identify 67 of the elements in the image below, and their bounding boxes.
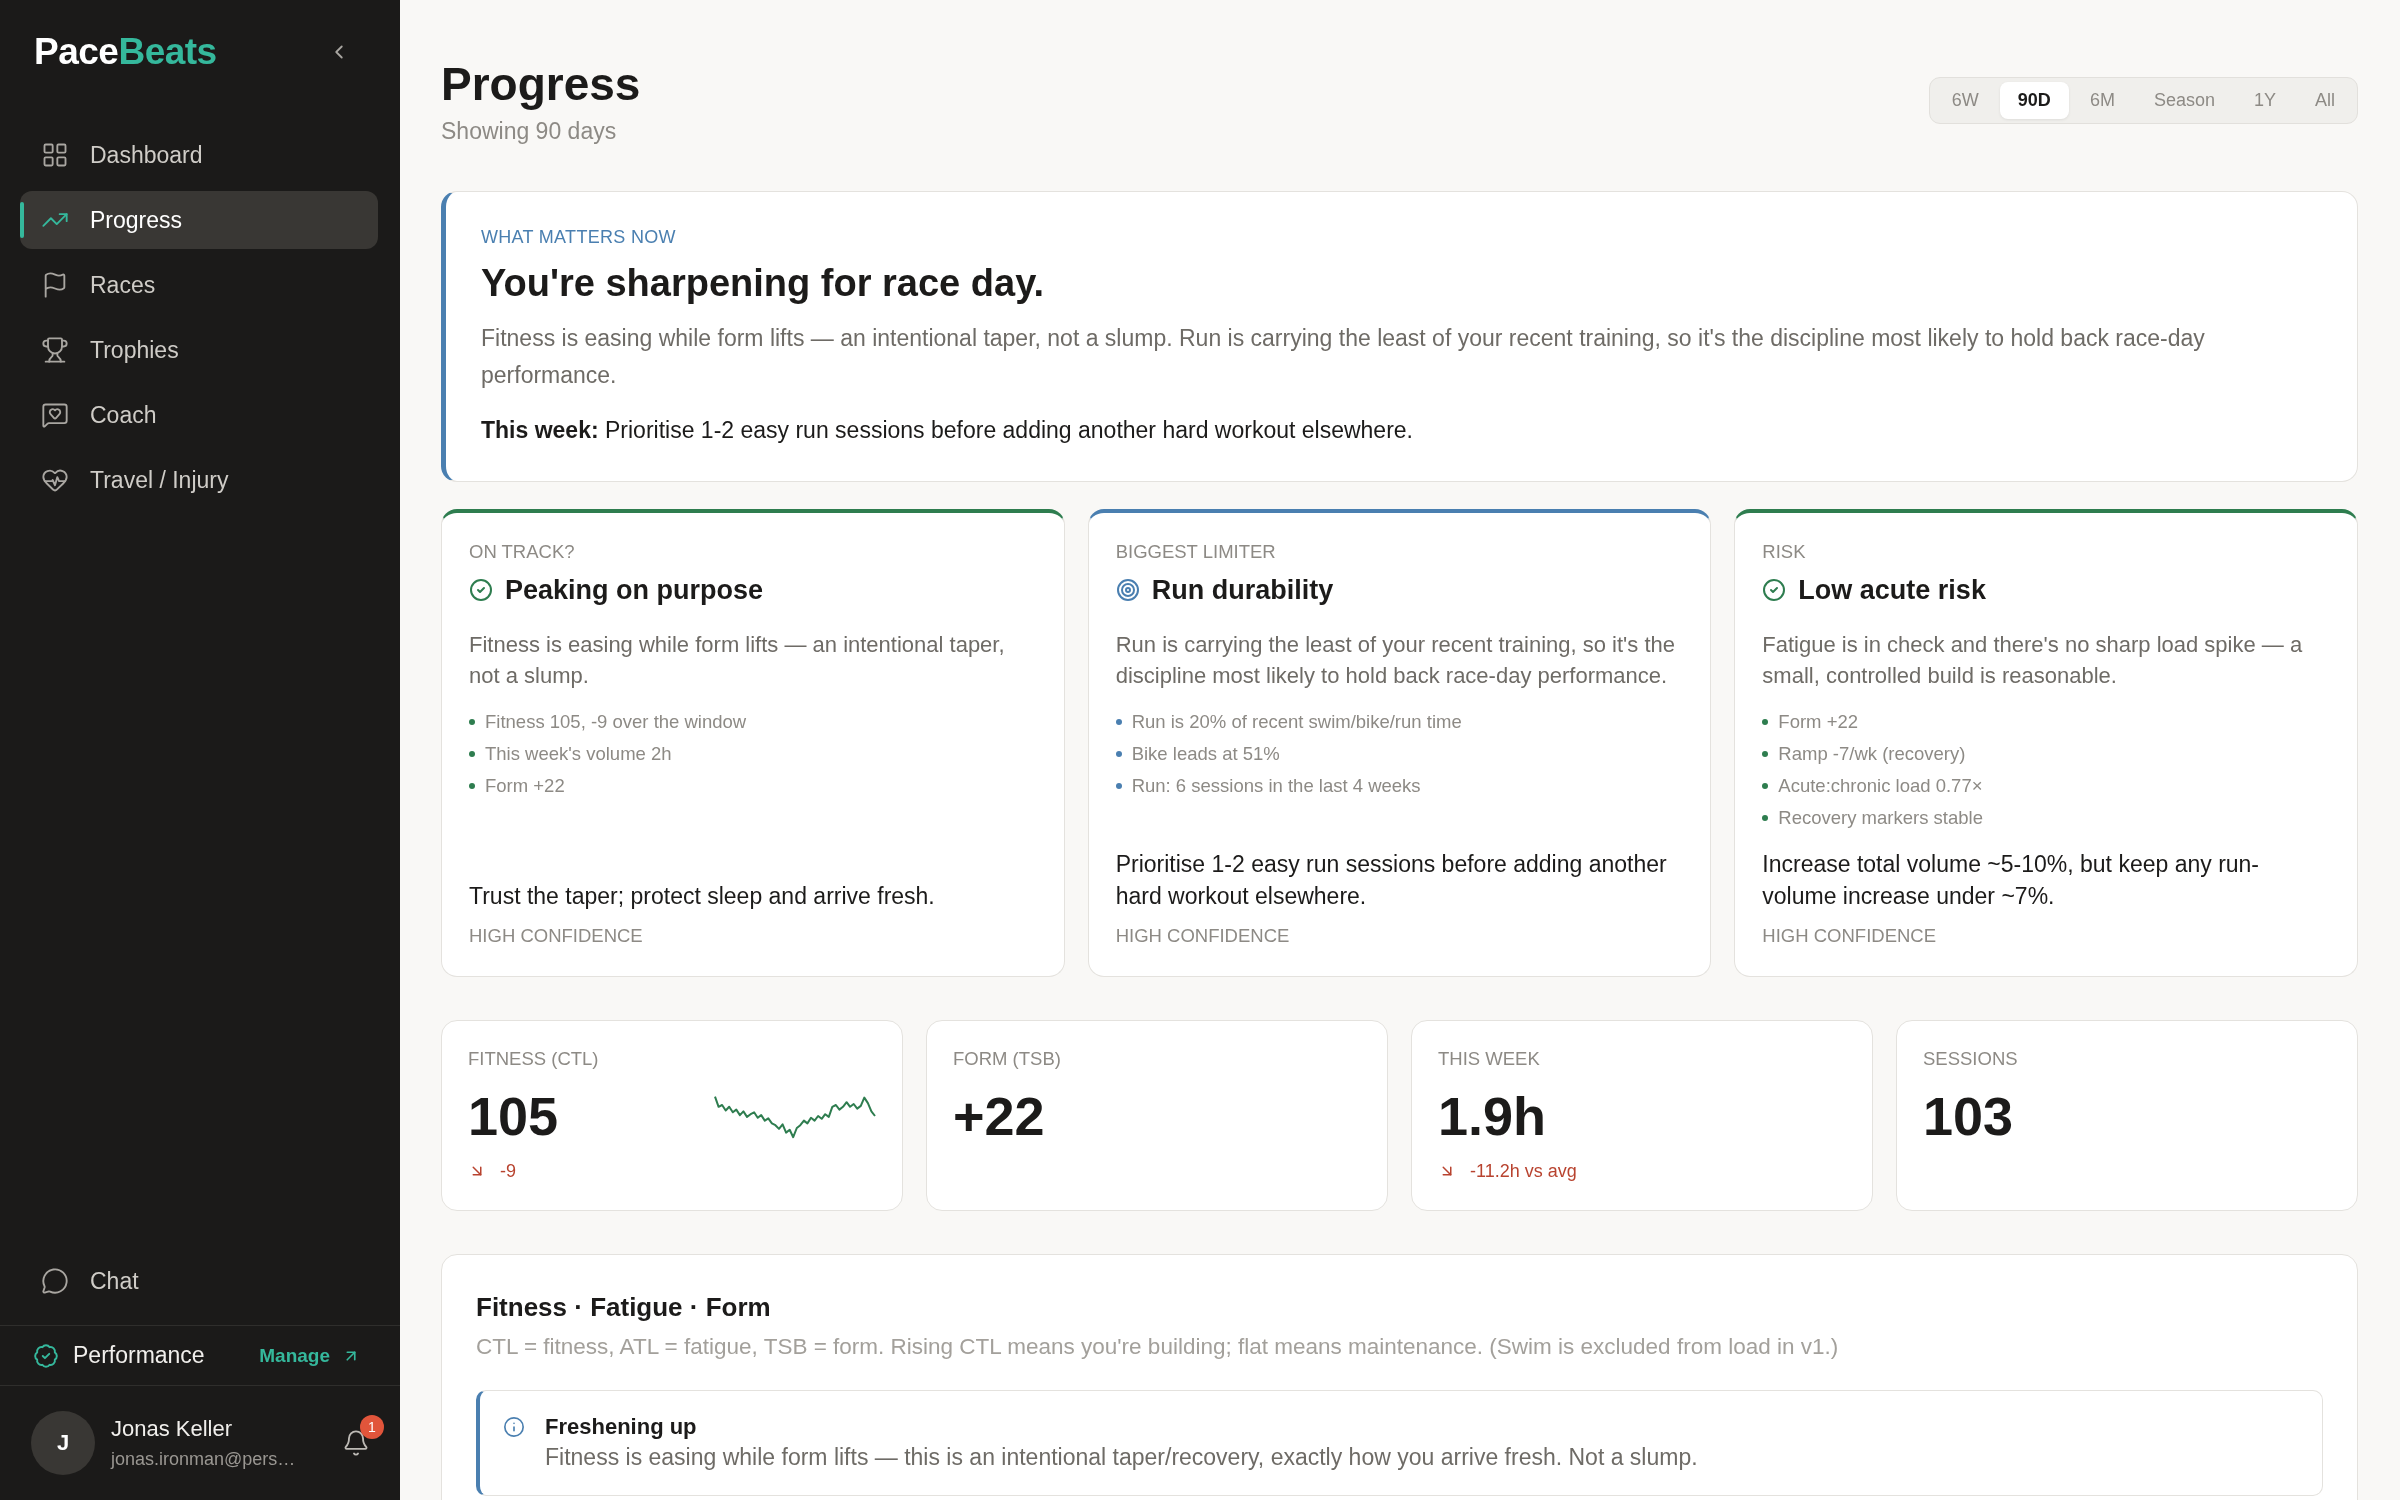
message-heart-icon — [41, 401, 69, 429]
nav-item[interactable]: Trophies — [20, 321, 378, 379]
nav-item[interactable]: Races — [20, 256, 378, 314]
card-point: Form +22 — [1778, 710, 1858, 734]
summary-heading: You're sharpening for race day. — [481, 261, 1045, 306]
card-point: Bike leads at 51% — [1131, 742, 1280, 766]
badge-check-icon — [33, 1342, 59, 1369]
chat-bubble-icon — [41, 1267, 69, 1295]
card-action: Increase total volume ~5-10%, but keep any run-volume increase under ~7%. — [1762, 850, 2261, 911]
card-text: Fitness is easing while form lifts — an intentional taper, not a slump. — [469, 631, 1006, 690]
user-name: Jonas Keller — [111, 1415, 234, 1443]
card-text: Fatigue is in check and there's no sharp load spike — a small, controlled build is reasonable. — [1762, 631, 2304, 690]
stat-value: 1.9h — [1438, 1085, 1547, 1148]
avatar: J — [31, 1411, 95, 1475]
stat-value: +22 — [953, 1085, 1045, 1148]
stat-label: FORM (TSB) — [953, 1047, 1062, 1071]
card-point: Fitness 105, -9 over the window — [485, 710, 747, 734]
bell-icon — [342, 1429, 370, 1457]
confidence-label: HIGH CONFIDENCE — [469, 924, 644, 948]
card-point: Form +22 — [485, 774, 565, 798]
card-label: BIGGEST LIMITER — [1115, 540, 1277, 564]
stat-label: SESSIONS — [1923, 1047, 2019, 1071]
notification-badge: 1 — [360, 1415, 384, 1439]
card-label: ON TRACK? — [469, 540, 576, 564]
card-point: Recovery markers stable — [1778, 806, 1983, 830]
card-title: Peaking on purpose — [505, 574, 764, 607]
stat-delta: -9 — [500, 1160, 516, 1183]
nav-item[interactable]: Progress — [20, 191, 378, 249]
stat-label: FITNESS (CTL) — [468, 1047, 600, 1071]
stat-delta: -11.2h vs avg — [1470, 1160, 1577, 1183]
callout-text: Fitness is easing while form lifts — this is an intentional taper/recovery, exactly how you arrive fresh. Not a slump. — [545, 1443, 1698, 1472]
card-point: Run is 20% of recent swim/bike/run time — [1131, 710, 1462, 734]
nav-item[interactable]: Coach — [20, 386, 378, 444]
card-title: Run durability — [1151, 574, 1334, 607]
card-point: Run: 6 sessions in the last 4 weeks — [1131, 774, 1421, 798]
manage-link[interactable]: Manage — [259, 1344, 360, 1367]
page-subtitle: Showing 90 days — [441, 117, 618, 146]
summary-label: WHAT MATTERS NOW — [481, 226, 677, 249]
page-title: Progress — [441, 57, 641, 112]
confidence-label: HIGH CONFIDENCE — [1762, 924, 1938, 948]
this-week-text: This week: Prioritise 1-2 easy run sessions before adding another hard workout elsewhere. — [481, 416, 1414, 445]
card-point: Ramp -7/wk (recovery) — [1778, 742, 1966, 766]
confidence-label: HIGH CONFIDENCE — [1115, 924, 1291, 948]
trophy-icon — [41, 336, 69, 364]
nav-item[interactable]: Dashboard — [20, 126, 378, 184]
plan-label: Performance — [73, 1342, 206, 1369]
card-point: This week's volume 2h — [485, 742, 672, 766]
callout-title: Freshening up — [545, 1413, 698, 1441]
section-title: Fitness · Fatigue · Form — [476, 1291, 772, 1324]
card-text: Run is carrying the least of your recent training, so it's the discipline most likely to hold back race-day performance. — [1115, 631, 1676, 690]
section-description: CTL = fitness, ATL = fatigue, TSB = form. Rising CTL means you're building; flat means maintenance. (Swim is excluded from load in v1.) — [476, 1333, 1840, 1361]
card-action: Trust the taper; protect sleep and arrive fresh. — [469, 882, 936, 911]
card-title: Low acute risk — [1798, 574, 1986, 607]
user-email: jonas.ironman@pers… — [111, 1448, 297, 1471]
stat-value: 103 — [1923, 1085, 2014, 1148]
info-icon — [503, 1416, 525, 1438]
grid-icon — [41, 141, 69, 169]
summary-text: Fitness is easing while form lifts — an intentional taper, not a slump. Run is carrying the least of your recent training, so it's the discipline most likely to hold back race-day performance. — [481, 324, 2206, 390]
stat-label: THIS WEEK — [1438, 1047, 1541, 1071]
stat-value: 105 — [468, 1085, 559, 1148]
nav-item[interactable]: Travel / Injury — [20, 451, 378, 509]
card-action: Prioritise 1-2 easy run sessions before adding another hard workout elsewhere. — [1115, 850, 1668, 911]
card-label: RISK — [1762, 540, 1807, 564]
logo: PaceBeats — [34, 32, 217, 72]
nav-item[interactable]: Chat — [20, 1252, 378, 1310]
range-tab[interactable]: 90D — [1999, 82, 2069, 119]
card-point: Acute:chronic load 0.77× — [1778, 774, 1983, 798]
